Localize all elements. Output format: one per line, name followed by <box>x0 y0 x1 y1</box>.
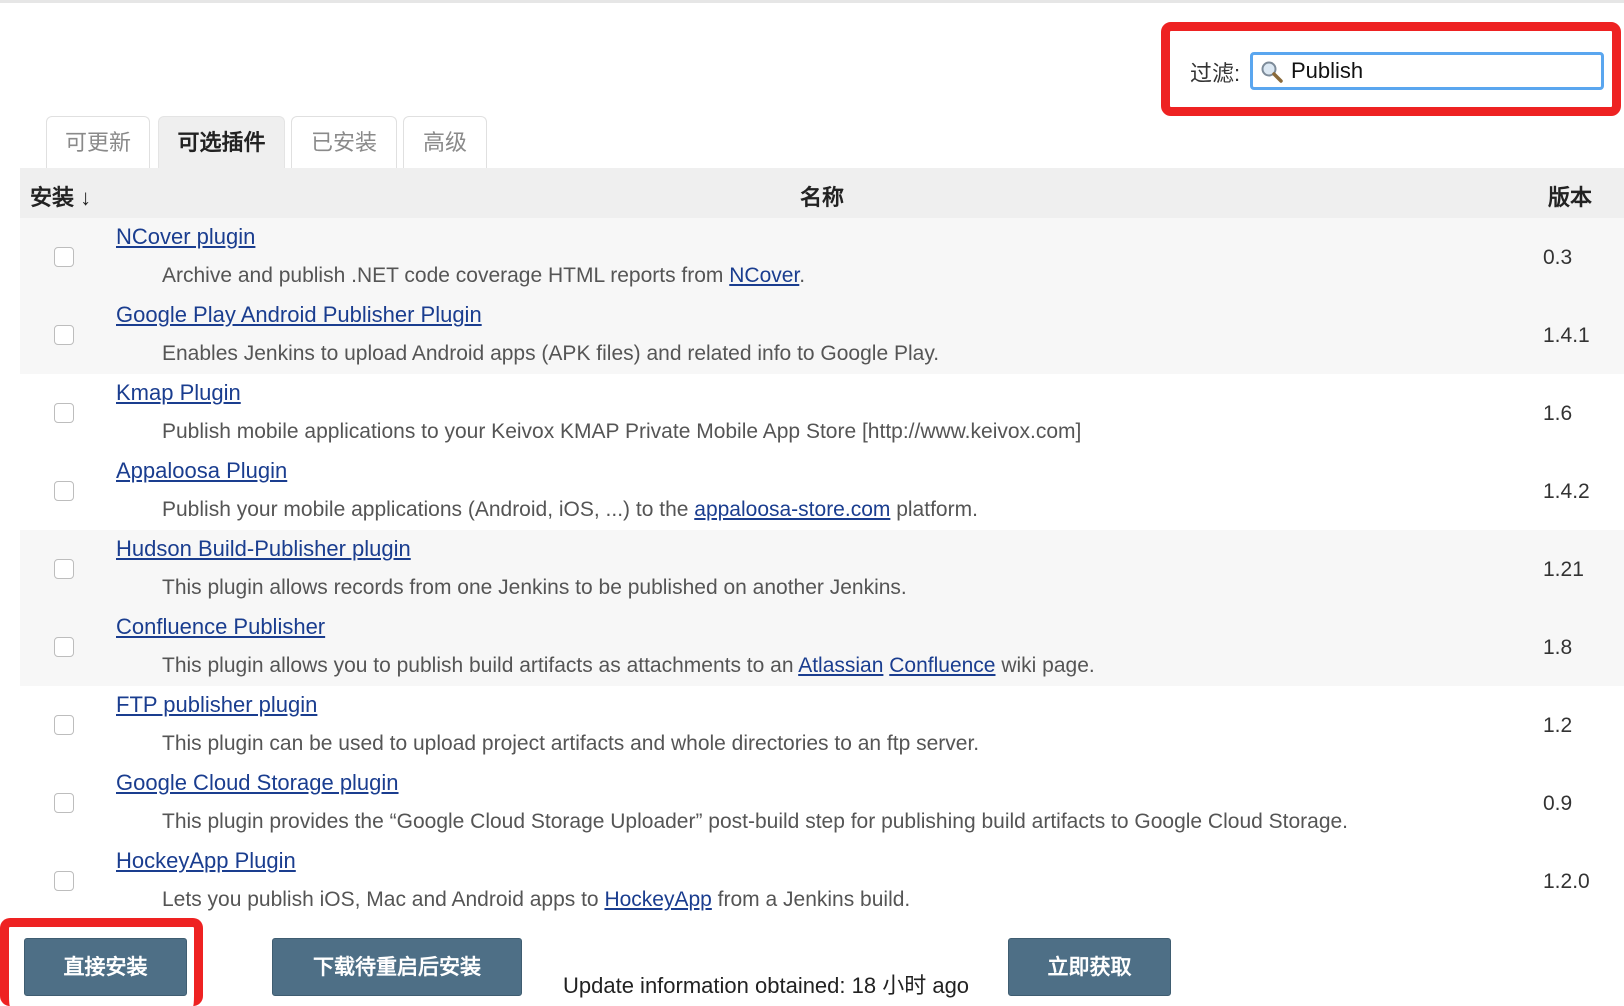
column-header-install[interactable]: 安装 ↓ <box>30 180 91 212</box>
install-checkbox[interactable] <box>54 247 74 267</box>
description-text: This plugin provides the “Google Cloud S… <box>162 810 1349 833</box>
description-text: Archive and publish .NET code coverage H… <box>162 264 730 287</box>
description-link[interactable]: NCover <box>729 264 799 287</box>
plugin-name-link[interactable]: NCover plugin <box>116 224 255 250</box>
tab-updates[interactable]: 可更新 <box>46 116 150 168</box>
description-link[interactable]: Confluence <box>889 654 995 677</box>
plugin-description: Publish your mobile applications (Androi… <box>162 498 978 522</box>
plugin-version: 1.6 <box>1543 402 1573 425</box>
plugin-name-link[interactable]: Google Play Android Publisher Plugin <box>116 302 482 328</box>
install-after-restart-button[interactable]: 下载待重启后安装 <box>272 938 522 996</box>
plugin-name-link[interactable]: Google Cloud Storage plugin <box>116 770 399 796</box>
plugin-version: 1.2 <box>1543 714 1573 737</box>
plugin-description: This plugin allows records from one Jenk… <box>162 576 907 600</box>
filter-label: 过滤: <box>1190 61 1241 86</box>
plugin-name-link[interactable]: FTP publisher plugin <box>116 692 317 718</box>
description-text: Enables Jenkins to upload Android apps (… <box>162 342 940 365</box>
table-row: Google Play Android Publisher Plugin Ena… <box>20 296 1624 374</box>
plugin-description: This plugin provides the “Google Cloud S… <box>162 810 1348 834</box>
update-info-text: Update information obtained: 18 小时 ago <box>563 973 970 998</box>
check-now-button[interactable]: 立即获取 <box>1008 938 1171 996</box>
table-header: 安装 ↓ 名称 版本 <box>20 168 1624 218</box>
install-checkbox[interactable] <box>54 325 74 345</box>
install-checkbox[interactable] <box>54 403 74 423</box>
plugin-name-link[interactable]: Kmap Plugin <box>116 380 241 406</box>
description-text: platform. <box>890 498 978 521</box>
install-checkbox[interactable] <box>54 793 74 813</box>
tab-available[interactable]: 可选插件 <box>158 116 285 168</box>
plugin-version: 1.21 <box>1543 558 1584 581</box>
plugin-name-link[interactable]: Confluence Publisher <box>116 614 325 640</box>
plugin-description: Enables Jenkins to upload Android apps (… <box>162 342 939 366</box>
plugin-description: Archive and publish .NET code coverage H… <box>162 264 805 288</box>
description-link[interactable]: appaloosa-store.com <box>694 498 890 521</box>
description-text: . <box>799 264 806 287</box>
plugin-name-link[interactable]: Appaloosa Plugin <box>116 458 287 484</box>
description-text: from a Jenkins build. <box>711 888 911 911</box>
plugin-description: This plugin allows you to publish build … <box>162 654 1095 678</box>
search-icon <box>1261 61 1283 83</box>
description-text: This plugin allows you to publish build … <box>162 654 799 677</box>
plugin-table: 安装 ↓ 名称 版本 NCover plugin Archive and pub… <box>20 168 1624 916</box>
top-border <box>0 0 1624 3</box>
table-row: HockeyApp Plugin Lets you publish iOS, M… <box>20 842 1624 916</box>
table-row: NCover plugin Archive and publish .NET c… <box>20 218 1624 296</box>
install-checkbox[interactable] <box>54 715 74 735</box>
tab-installed[interactable]: 已安装 <box>291 116 397 168</box>
column-header-version[interactable]: 版本 <box>1548 180 1592 212</box>
plugin-name-link[interactable]: Hudson Build-Publisher plugin <box>116 536 411 562</box>
table-row: FTP publisher plugin This plugin can be … <box>20 686 1624 764</box>
plugin-version: 0.3 <box>1543 246 1573 269</box>
install-checkbox[interactable] <box>54 481 74 501</box>
table-row: Google Cloud Storage plugin This plugin … <box>20 764 1624 842</box>
plugin-version: 1.4.1 <box>1543 324 1590 347</box>
install-checkbox[interactable] <box>54 871 74 891</box>
plugin-description: This plugin can be used to upload projec… <box>162 732 979 756</box>
plugin-version: 1.8 <box>1543 636 1573 659</box>
install-now-button[interactable]: 直接安装 <box>24 938 187 996</box>
description-text: wiki page. <box>995 654 1095 677</box>
description-text: This plugin allows records from one Jenk… <box>162 576 907 599</box>
table-row: Hudson Build-Publisher plugin This plugi… <box>20 530 1624 608</box>
description-text: This plugin can be used to upload projec… <box>162 732 980 755</box>
plugin-description: Lets you publish iOS, Mac and Android ap… <box>162 888 910 912</box>
filter-input[interactable] <box>1250 52 1604 90</box>
table-body: NCover plugin Archive and publish .NET c… <box>20 218 1624 916</box>
table-row: Appaloosa Plugin Publish your mobile app… <box>20 452 1624 530</box>
plugin-version: 0.9 <box>1543 792 1573 815</box>
plugin-version: 1.4.2 <box>1543 480 1590 503</box>
plugin-name-link[interactable]: HockeyApp Plugin <box>116 848 296 874</box>
description-text: Publish your mobile applications (Androi… <box>162 498 695 521</box>
table-row: Confluence Publisher This plugin allows … <box>20 608 1624 686</box>
table-row: Kmap Plugin Publish mobile applications … <box>20 374 1624 452</box>
plugin-version: 1.2.0 <box>1543 870 1590 893</box>
description-text: Lets you publish iOS, Mac and Android ap… <box>162 888 605 911</box>
column-header-name[interactable]: 名称 <box>800 180 844 212</box>
description-link[interactable]: HockeyApp <box>604 888 711 911</box>
tab-advanced[interactable]: 高级 <box>403 116 487 168</box>
description-link[interactable]: Atlassian <box>798 654 883 677</box>
plugin-description: Publish mobile applications to your Keiv… <box>162 420 1081 444</box>
description-text: Publish mobile applications to your Keiv… <box>162 420 1082 443</box>
install-checkbox[interactable] <box>54 637 74 657</box>
install-checkbox[interactable] <box>54 559 74 579</box>
